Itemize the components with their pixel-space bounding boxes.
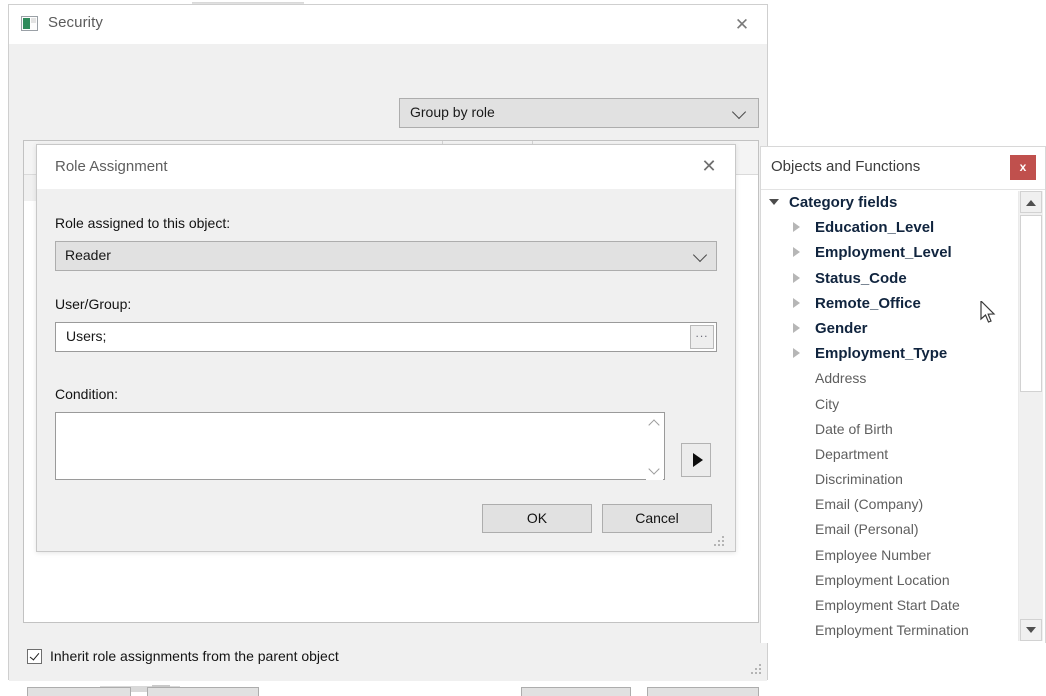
user-group-input[interactable]: Users; ...: [55, 322, 717, 352]
role-assignment-body: Role assigned to this object: Reader Use…: [37, 189, 735, 552]
condition-textarea[interactable]: [55, 412, 665, 480]
tree-item-label: Employment_Level: [815, 244, 952, 261]
role-dropdown-value: Reader: [65, 247, 111, 263]
close-icon[interactable]: ✕: [725, 11, 759, 38]
tree-item[interactable]: Employment Location: [761, 568, 1045, 593]
tree-item-label: Employment Termination: [815, 622, 969, 638]
tree-item-label: Employment Start Date: [815, 597, 960, 613]
role-assignment-titlebar: Role Assignment ✕: [37, 145, 735, 189]
objects-panel-header: Objects and Functions x: [761, 147, 1045, 189]
tree-item[interactable]: Employee Number: [761, 543, 1045, 568]
tree-item[interactable]: Discrimination: [761, 467, 1045, 492]
inherit-checkbox[interactable]: [27, 649, 42, 664]
browse-ellipsis-button[interactable]: ...: [690, 325, 714, 349]
security-resize-grip[interactable]: [751, 664, 763, 676]
close-icon[interactable]: ✕: [693, 153, 725, 180]
security-shield-icon: [21, 16, 38, 31]
expand-triangle-icon[interactable]: [793, 273, 800, 283]
expand-triangle-icon[interactable]: [793, 348, 800, 358]
security-titlebar: Security ✕: [9, 5, 767, 44]
tree-item-label: Employee Number: [815, 547, 931, 563]
tree-item-label: Employment_Type: [815, 345, 947, 362]
scroll-up-icon[interactable]: [1020, 191, 1042, 213]
tree-item[interactable]: Employment Termination: [761, 618, 1045, 643]
expand-triangle-icon[interactable]: [793, 298, 800, 308]
user-group-label: User/Group:: [55, 296, 131, 312]
tree-item-label: Department: [815, 446, 888, 462]
security-ok-button[interactable]: OK: [521, 687, 631, 696]
objects-panel-title: Objects and Functions: [771, 158, 920, 175]
collapse-triangle-icon[interactable]: [769, 199, 779, 205]
security-cancel-button[interactable]: Cancel: [647, 687, 759, 696]
tree-item-label: Email (Personal): [815, 521, 918, 537]
expand-triangle-icon[interactable]: [793, 222, 800, 232]
tree-item-label: Address: [815, 370, 866, 386]
scroll-down-icon[interactable]: [1020, 619, 1042, 641]
user-group-value: Users;: [66, 328, 106, 344]
tree-item[interactable]: City: [761, 392, 1045, 417]
tree-item-label: Discrimination: [815, 471, 903, 487]
role-assignment-cancel-button[interactable]: Cancel: [602, 504, 712, 533]
tree-item[interactable]: Employment_Level: [761, 240, 1045, 265]
tree-item[interactable]: Address: [761, 366, 1045, 391]
inherit-role-assignments-row[interactable]: Inherit role assignments from the parent…: [27, 648, 339, 664]
objects-tree[interactable]: Category fields Education_Level Employment…: [761, 189, 1045, 643]
tree-item[interactable]: Remote_Office: [761, 291, 1045, 316]
tree-item[interactable]: Email (Personal): [761, 517, 1045, 542]
scrollbar-thumb[interactable]: [1020, 215, 1042, 392]
condition-label: Condition:: [55, 386, 118, 402]
security-dialog-title: Security: [48, 14, 103, 31]
inherit-checkbox-label: Inherit role assignments from the parent…: [50, 648, 339, 664]
tree-item[interactable]: Email (Company): [761, 492, 1045, 517]
tree-item-label: Email (Company): [815, 496, 923, 512]
tree-item[interactable]: Employment_Type: [761, 341, 1045, 366]
close-icon[interactable]: x: [1010, 155, 1036, 180]
role-assignment-title: Role Assignment: [55, 158, 168, 175]
role-dropdown[interactable]: Reader: [55, 241, 717, 271]
condition-scrollbar[interactable]: [646, 414, 663, 480]
scroll-down-icon[interactable]: [648, 464, 661, 477]
tree-item-label: Date of Birth: [815, 421, 893, 437]
objects-and-functions-panel: Objects and Functions x Category fields E…: [760, 146, 1046, 643]
tree-item-label: Category fields: [789, 194, 897, 211]
tree-item[interactable]: Status_Code: [761, 266, 1045, 291]
expand-triangle-icon[interactable]: [793, 323, 800, 333]
role-assignment-resize-grip[interactable]: [714, 536, 726, 548]
tree-item[interactable]: Gender: [761, 316, 1045, 341]
role-assignment-ok-button[interactable]: OK: [482, 504, 592, 533]
expand-triangle-icon[interactable]: [793, 247, 800, 257]
tree-item[interactable]: Department: [761, 442, 1045, 467]
tree-item[interactable]: Date of Birth: [761, 417, 1045, 442]
tree-item-label: Education_Level: [815, 219, 934, 236]
group-by-value: Group by role: [410, 104, 495, 120]
tree-item-label: Status_Code: [815, 270, 907, 287]
tree-item[interactable]: Education_Level: [761, 215, 1045, 240]
screen: Security ✕ Group by role User/Group Stat…: [0, 0, 1046, 696]
expand-condition-button[interactable]: [681, 443, 711, 477]
objects-tree-scrollbar[interactable]: [1018, 191, 1043, 641]
scroll-up-icon[interactable]: [648, 417, 661, 430]
role-assignment-dialog: Role Assignment ✕ Role assigned to this …: [36, 144, 736, 552]
add-button[interactable]: Add...: [27, 687, 131, 696]
tree-item-label: Employment Location: [815, 572, 950, 588]
tree-item-label: Gender: [815, 320, 868, 337]
tree-item-label: Remote_Office: [815, 295, 921, 312]
play-arrow-icon: [693, 453, 703, 467]
chevron-down-icon: [734, 103, 748, 123]
tree-item[interactable]: Employment Start Date: [761, 593, 1045, 618]
remove-button[interactable]: Remove: [147, 687, 259, 696]
tree-item[interactable]: Category fields: [761, 190, 1045, 215]
group-by-dropdown[interactable]: Group by role: [399, 98, 759, 128]
role-field-label: Role assigned to this object:: [55, 215, 230, 231]
tree-item-label: City: [815, 396, 839, 412]
chevron-down-icon: [695, 246, 705, 260]
